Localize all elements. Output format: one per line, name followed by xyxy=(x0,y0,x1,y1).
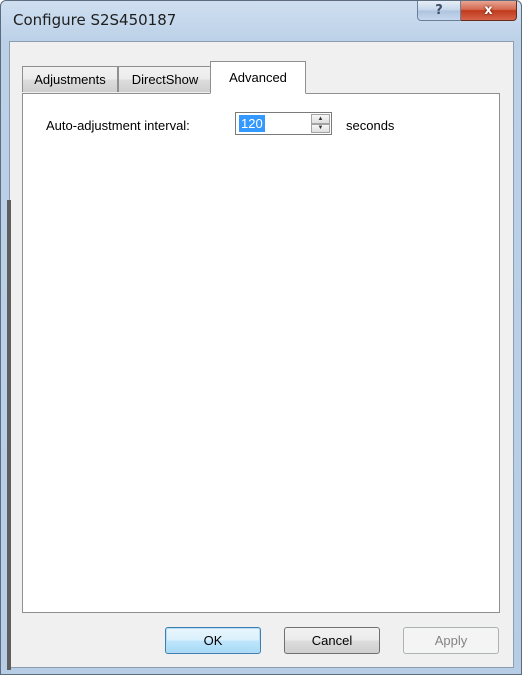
tab-directshow[interactable]: DirectShow xyxy=(118,66,212,92)
close-button[interactable]: x xyxy=(461,1,517,21)
arrow-down-icon: ▼ xyxy=(317,125,324,132)
tab-advanced[interactable]: Advanced xyxy=(210,61,306,94)
help-icon: ? xyxy=(435,3,443,18)
help-button[interactable]: ? xyxy=(417,1,461,21)
spin-down-button[interactable]: ▼ xyxy=(311,123,330,133)
spin-up-button[interactable]: ▲ xyxy=(311,114,330,124)
arrow-up-icon: ▲ xyxy=(317,115,324,122)
background-window-edge xyxy=(7,200,11,670)
ok-button[interactable]: OK xyxy=(165,627,261,654)
interval-input[interactable]: 120 xyxy=(239,115,265,132)
interval-units-label: seconds xyxy=(346,118,395,133)
spinner-buttons: ▲ ▼ xyxy=(311,114,330,133)
advanced-tab-panel xyxy=(22,93,500,613)
window-title: Configure S2S450187 xyxy=(13,11,177,29)
tab-adjustments[interactable]: Adjustments xyxy=(22,66,118,92)
cancel-button[interactable]: Cancel xyxy=(284,627,380,654)
interval-spinner[interactable]: 120 ▲ ▼ xyxy=(235,112,332,135)
close-icon: x xyxy=(484,3,493,18)
interval-label: Auto-adjustment interval: xyxy=(46,118,190,133)
apply-button[interactable]: Apply xyxy=(403,627,499,654)
title-buttons: ? x xyxy=(417,1,517,21)
